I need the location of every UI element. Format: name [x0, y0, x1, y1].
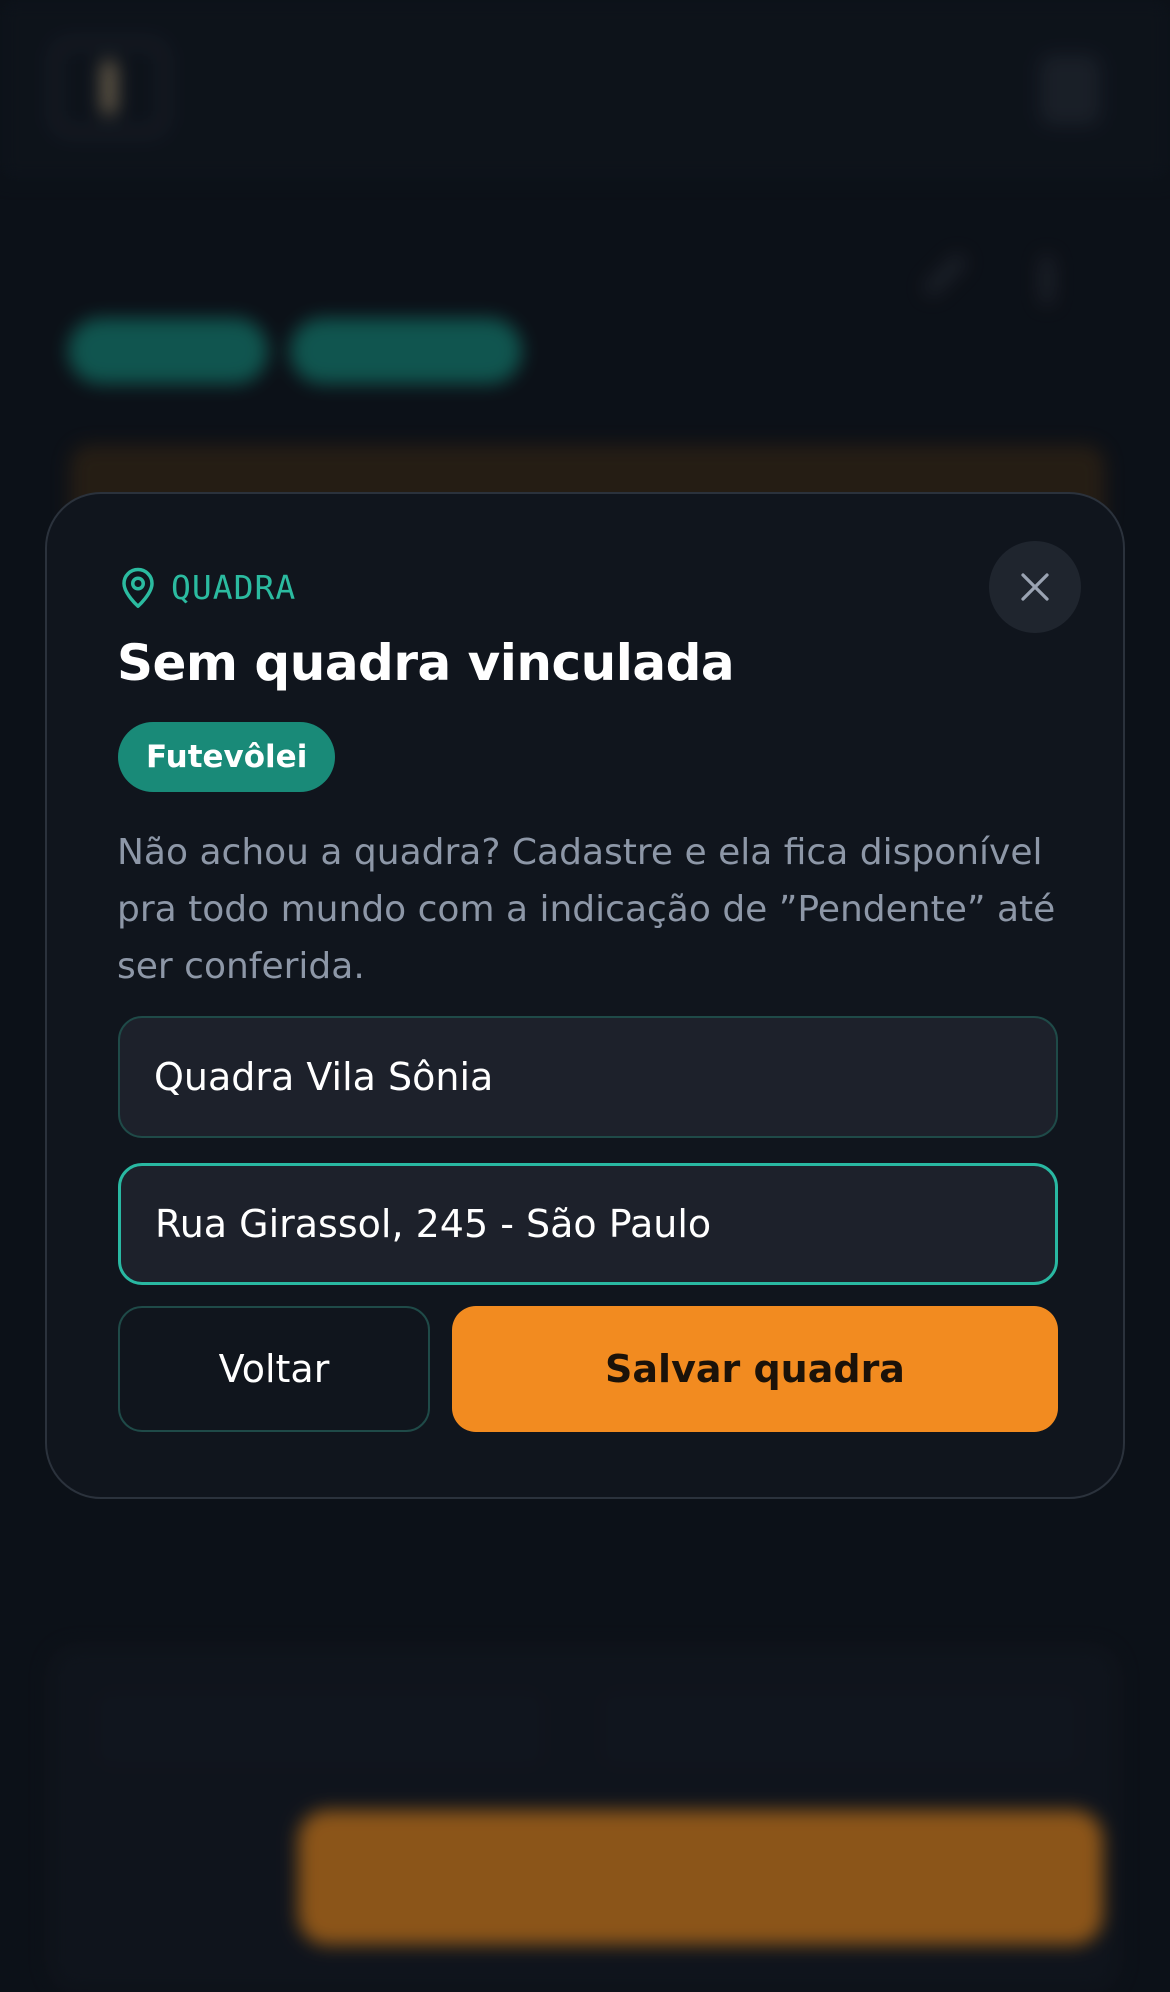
back-button[interactable]: Voltar [118, 1306, 430, 1432]
sport-badge: Futevôlei [118, 722, 336, 792]
section-header: QUADRA [117, 564, 296, 610]
help-text: Não achou a quadra? Cadastre e ela fica … [117, 832, 1056, 987]
map-pin-icon [117, 564, 159, 610]
close-button[interactable] [989, 541, 1081, 633]
close-icon [1021, 573, 1049, 601]
modal-title: Sem quadra vinculada [117, 634, 735, 692]
save-court-button[interactable]: Salvar quadra [452, 1306, 1058, 1432]
court-name-input[interactable] [118, 1016, 1058, 1138]
section-label: QUADRA [171, 567, 297, 607]
court-modal: QUADRA Sem quadra vinculada Futevôlei Nã… [45, 492, 1125, 1499]
court-address-input[interactable] [118, 1163, 1058, 1285]
